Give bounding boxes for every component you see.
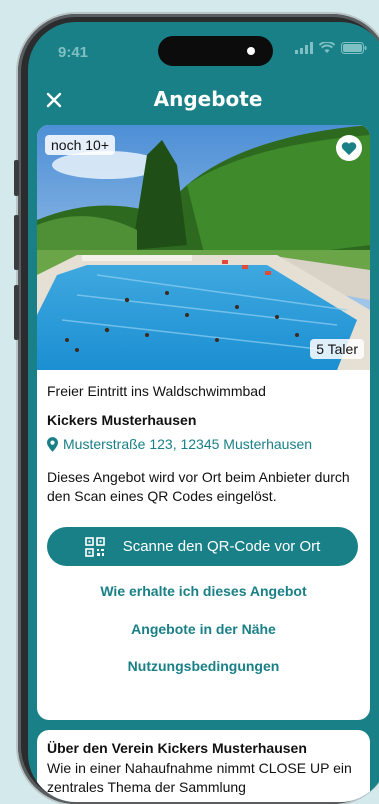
app-header: Angebote [28, 78, 379, 122]
offer-photo: noch 10+ 5 Taler [37, 125, 370, 370]
terms-link[interactable]: Nutzungsbedingungen [37, 658, 370, 674]
offer-title: Freier Eintritt ins Waldschwimmbad [47, 383, 266, 399]
mute-switch [14, 160, 19, 196]
dynamic-island [158, 36, 273, 66]
organizer-name: Kickers Musterhausen [47, 412, 197, 428]
status-icons [295, 42, 367, 54]
nearby-offers-link[interactable]: Angebote in der Nähe [37, 621, 370, 637]
about-text: Wie in einer Nahaufnahme nimmt CLOSE UP … [47, 760, 352, 795]
app-screen: 9:41 Angebote noch 10+ 5 Taler Freier Ei… [28, 22, 379, 802]
status-time: 9:41 [58, 44, 89, 61]
page-title: Angebote [153, 87, 263, 111]
availability-badge: noch 10+ [45, 135, 115, 155]
wifi-icon [319, 42, 335, 53]
address-text: Musterstraße 123, 12345 Musterhausen [63, 436, 313, 452]
how-to-link[interactable]: Wie erhalte ich dieses Angebot [37, 583, 370, 599]
volume-down-button [14, 285, 19, 340]
location-pin-icon [47, 436, 58, 452]
battery-icon [341, 42, 367, 54]
about-card: Über den Verein Kickers Musterhausen Wie… [37, 730, 370, 802]
camera-dot [247, 47, 255, 55]
qr-code-icon [84, 536, 105, 557]
offer-card: noch 10+ 5 Taler Freier Eintritt ins Wal… [37, 125, 370, 720]
scan-qr-button[interactable]: Scanne den QR-Code vor Ort [47, 527, 358, 566]
pool-image [37, 125, 370, 370]
address-link[interactable]: Musterstraße 123, 12345 Musterhausen [47, 436, 312, 452]
about-title: Über den Verein Kickers Musterhausen [47, 740, 307, 756]
heart-icon [341, 141, 357, 155]
scan-button-label: Scanne den QR-Code vor Ort [122, 538, 321, 555]
favorite-button[interactable] [336, 135, 362, 161]
status-bar: 9:41 [28, 22, 379, 76]
price-badge: 5 Taler [310, 339, 364, 359]
offer-description: Dieses Angebot wird vor Ort beim Anbiete… [47, 469, 350, 504]
volume-up-button [14, 215, 19, 270]
signal-icon [295, 42, 313, 54]
